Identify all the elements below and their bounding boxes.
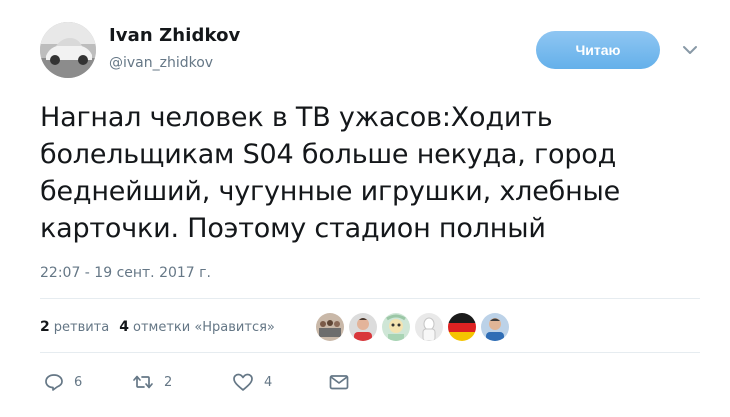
- likes-stat-count: 4: [119, 319, 129, 335]
- tweet-stats: 2 ретвита 4 отметки «Нравится»: [40, 319, 285, 335]
- tweet-text-line: Нагнал человек в ТВ ужасов:Ходить: [40, 102, 553, 133]
- white-figure-avatar[interactable]: [415, 313, 443, 341]
- chevron-down-icon[interactable]: [680, 40, 700, 60]
- author-name[interactable]: Ivan Zhidkov: [109, 25, 240, 46]
- retweet-count: 2: [164, 374, 173, 390]
- group-photo-avatar[interactable]: [316, 313, 344, 341]
- tweet-text-line: болельщикам S04 больше некуда, город: [40, 139, 617, 170]
- direct-message-button[interactable]: [328, 372, 350, 392]
- following-button[interactable]: Читаю: [536, 31, 660, 69]
- likers-avatars: [316, 313, 514, 341]
- divider: [40, 352, 700, 353]
- like-count: 4: [264, 374, 273, 390]
- retweet-button[interactable]: 2: [132, 372, 232, 392]
- retweets-stat-label: ретвита: [53, 320, 110, 335]
- tweet-text: Нагнал человек в ТВ ужасов:Ходить болель…: [40, 99, 690, 247]
- likes-stat-label: отметки «Нравится»: [132, 320, 275, 335]
- tweet-text-line: карточки. Поэтому стадион полный: [40, 213, 546, 244]
- reply-icon: [45, 374, 63, 391]
- tweet-text-line: беднейший, чугунные игрушки, хлебные: [40, 176, 621, 207]
- retweets-stat[interactable]: 2 ретвита: [40, 319, 109, 335]
- car-photo-icon: [40, 22, 96, 78]
- envelope-icon: [329, 375, 349, 390]
- author-handle[interactable]: @ivan_zhidkov: [109, 55, 213, 71]
- cartoon-avatar[interactable]: [382, 313, 410, 341]
- reply-button[interactable]: 6: [44, 372, 132, 392]
- tweet-actions: 6 2 4: [44, 372, 350, 392]
- tweet-timestamp[interactable]: 22:07 - 19 сент. 2017 г.: [40, 265, 211, 281]
- man-red-shirt-avatar[interactable]: [349, 313, 377, 341]
- heart-icon: [233, 373, 253, 391]
- man-blue-shirt-avatar[interactable]: [481, 313, 509, 341]
- reply-count: 6: [74, 374, 83, 390]
- german-flag-avatar[interactable]: [448, 313, 476, 341]
- divider: [40, 298, 700, 299]
- likes-stat[interactable]: 4 отметки «Нравится»: [119, 319, 275, 335]
- like-button[interactable]: 4: [232, 372, 328, 392]
- author-avatar[interactable]: [40, 22, 96, 78]
- retweet-icon: [133, 375, 153, 389]
- retweets-stat-count: 2: [40, 319, 50, 335]
